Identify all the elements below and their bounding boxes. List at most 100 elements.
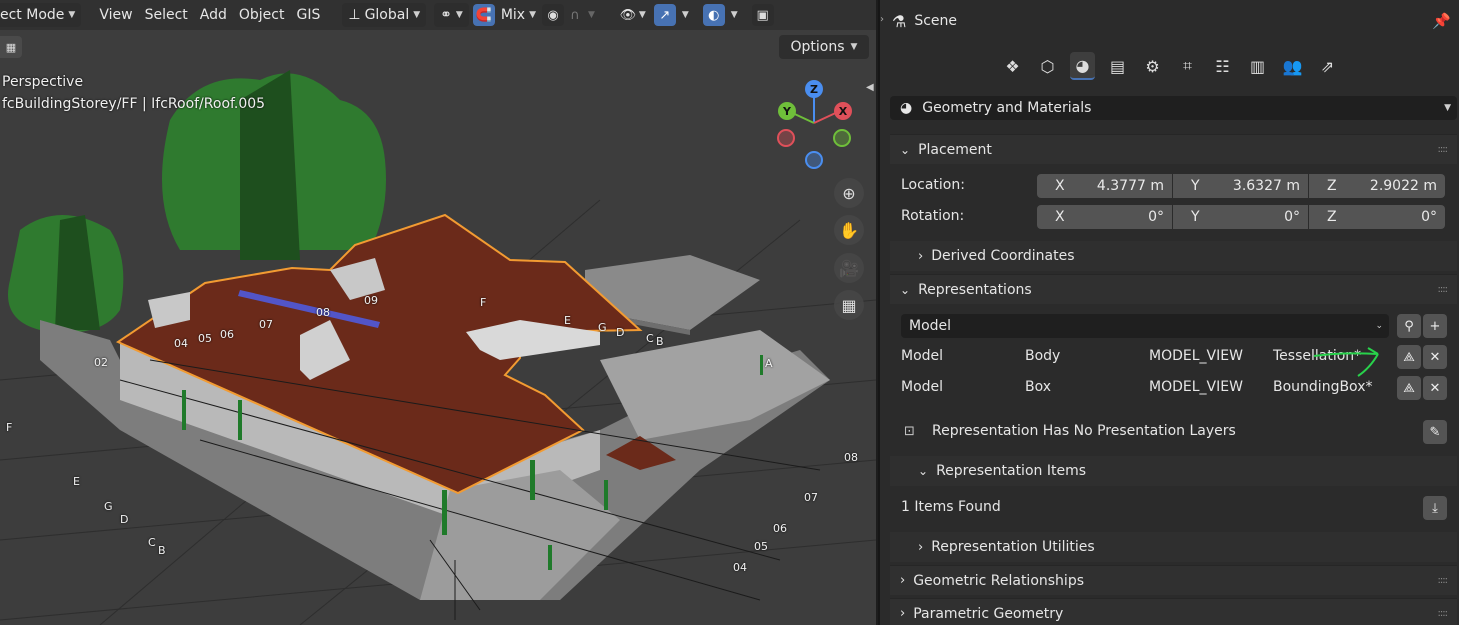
rotation-z-field[interactable]: Z 0°: [1309, 205, 1445, 229]
presentation-layers-text: Representation Has No Presentation Layer…: [932, 423, 1236, 439]
category-dropdown[interactable]: ◕ Geometry and Materials ▼: [890, 96, 1457, 120]
grid-label: C: [646, 332, 654, 345]
location-y-field[interactable]: Y 3.6327 m: [1173, 174, 1309, 198]
active-object-path: fcBuildingStorey/FF | IfcRoof/Roof.005: [2, 96, 266, 112]
camera-view-icon[interactable]: 🎥: [834, 253, 864, 283]
location-z-field[interactable]: Z 2.9022 m: [1309, 174, 1445, 198]
representations-panel-header[interactable]: ⌄ Representations ::::: [890, 274, 1457, 304]
zoom-icon[interactable]: ⊕: [834, 178, 864, 208]
visibility-eye-icon[interactable]: 👁: [617, 4, 639, 26]
menu-add[interactable]: Add: [194, 3, 233, 27]
tab-structural-icon[interactable]: ⌗: [1175, 52, 1200, 80]
snap-dropdown[interactable]: Mix ▼: [495, 3, 542, 27]
3d-viewport[interactable]: 04 05 06 07 08 09 F E G D C B A 02 F E G…: [0, 0, 876, 625]
orientation-dropdown[interactable]: ⊥ Global ▼: [342, 3, 427, 27]
gizmo-neg-x-axis[interactable]: [777, 129, 795, 147]
grid-label: B: [158, 544, 166, 557]
toolbar-toggle-icon[interactable]: ▦: [0, 36, 22, 58]
drag-grip-icon[interactable]: ::::: [1438, 144, 1449, 155]
gizmo-z-axis[interactable]: Z: [805, 80, 823, 98]
tab-object-icon[interactable]: ⬡: [1035, 52, 1060, 80]
drag-grip-icon[interactable]: ::::: [1438, 608, 1449, 619]
viewport-header: ect Mode ▼ View Select Add Object GIS ⊥ …: [0, 0, 876, 30]
grid-label: E: [73, 475, 80, 488]
derived-coordinates-header[interactable]: › Derived Coordinates: [890, 241, 1457, 271]
parametric-geometry-header[interactable]: › Parametric Geometry ::::: [890, 598, 1457, 625]
chevron-right-icon: ›: [900, 573, 906, 588]
snap-toggle-icon[interactable]: 🧲: [472, 4, 495, 26]
drag-grip-icon[interactable]: ::::: [1438, 284, 1449, 295]
grid-label: 09: [364, 294, 378, 307]
select-geometry-icon[interactable]: ⟁: [1397, 345, 1421, 369]
tab-stakeholders-icon[interactable]: 👥: [1280, 52, 1305, 80]
tab-geometry-icon[interactable]: ◕: [1070, 52, 1095, 80]
tab-quality-icon[interactable]: ⇗: [1315, 52, 1340, 80]
chevron-down-icon[interactable]: ▼: [682, 10, 689, 20]
grid-label: F: [480, 296, 487, 309]
parametric-geometry-title: Parametric Geometry: [913, 605, 1064, 622]
tab-project-icon[interactable]: ❖: [1000, 52, 1025, 80]
pan-hand-icon[interactable]: ✋: [834, 215, 864, 245]
falloff-curve-icon[interactable]: ∩: [564, 4, 586, 26]
proportional-edit-icon[interactable]: ◉: [542, 4, 564, 26]
rotation-y-field[interactable]: Y 0°: [1173, 205, 1309, 229]
overlay-toggle-icon[interactable]: ◐: [702, 4, 725, 26]
chevron-down-icon[interactable]: ▼: [731, 10, 738, 20]
grid-label: C: [148, 536, 156, 549]
menu-select[interactable]: Select: [139, 3, 194, 27]
search-icon[interactable]: ⚲: [1397, 314, 1421, 338]
annotation-arrow: [1313, 347, 1379, 377]
ortho-grid-icon[interactable]: ▦: [834, 290, 864, 320]
rep-row-subcontext: Box: [1025, 379, 1052, 395]
grid-label: 06: [773, 522, 787, 535]
xray-toggle-icon[interactable]: ▣: [751, 4, 774, 26]
rep-row-type: BoundingBox*: [1273, 379, 1373, 395]
grid-label: 08: [316, 306, 330, 319]
download-icon[interactable]: ⤓: [1423, 496, 1447, 520]
remove-icon[interactable]: ✕: [1423, 376, 1447, 400]
gizmo-neg-y-axis[interactable]: [833, 129, 851, 147]
tab-scheduling-icon[interactable]: ☷: [1210, 52, 1235, 80]
select-geometry-icon[interactable]: ⟁: [1397, 376, 1421, 400]
chevron-down-icon[interactable]: ▼: [639, 10, 646, 20]
gizmo-x-axis[interactable]: X: [834, 102, 852, 120]
context-select[interactable]: Model ⌄: [901, 314, 1389, 338]
grid-label: 07: [259, 318, 273, 331]
collapse-arrow-icon[interactable]: ›: [880, 14, 884, 25]
remove-icon[interactable]: ✕: [1423, 345, 1447, 369]
menu-object[interactable]: Object: [233, 3, 291, 27]
rotation-x-field[interactable]: X 0°: [1037, 205, 1173, 229]
geometric-relationships-header[interactable]: › Geometric Relationships ::::: [890, 565, 1457, 595]
pivot-dropdown[interactable]: ⚭ ▼: [434, 3, 469, 27]
representation-utilities-header[interactable]: › Representation Utilities: [890, 532, 1457, 562]
properties-header: › ⚗ Scene 📌: [880, 0, 1459, 42]
edit-pencil-icon[interactable]: ✎: [1423, 420, 1447, 444]
pin-icon[interactable]: 📌: [1432, 12, 1451, 30]
tab-services-icon[interactable]: ⚙: [1140, 52, 1165, 80]
drag-grip-icon[interactable]: ::::: [1438, 575, 1449, 586]
location-label: Location:: [901, 177, 965, 193]
menu-gis[interactable]: GIS: [290, 3, 326, 27]
gizmo-toggle-icon[interactable]: ↗: [653, 4, 676, 26]
rotation-label: Rotation:: [901, 208, 965, 224]
placement-panel-header[interactable]: ⌄ Placement ::::: [890, 134, 1457, 164]
navigation-gizmo[interactable]: Z Y X: [772, 78, 862, 173]
chevron-down-icon[interactable]: ▼: [588, 10, 595, 20]
chevron-down-icon: ▼: [529, 10, 536, 20]
tab-facility-icon[interactable]: ▥: [1245, 52, 1270, 80]
scene-canvas[interactable]: [0, 0, 876, 625]
options-dropdown[interactable]: Options ▼: [779, 35, 869, 59]
location-vector: X 4.3777 m Y 3.6327 m Z 2.9022 m: [1037, 174, 1445, 198]
add-icon[interactable]: +: [1423, 314, 1447, 338]
mode-label: ect Mode: [0, 7, 65, 23]
mode-dropdown[interactable]: ect Mode ▼: [0, 3, 82, 27]
sidebar-toggle-icon[interactable]: ◀: [866, 82, 874, 93]
menu-view[interactable]: View: [93, 3, 138, 27]
geometry-materials-icon: ◕: [900, 100, 913, 116]
representation-items-header[interactable]: ⌄ Representation Items: [890, 456, 1457, 486]
gizmo-y-axis[interactable]: Y: [778, 102, 796, 120]
gizmo-neg-z-axis[interactable]: [805, 151, 823, 169]
tab-drawings-icon[interactable]: ▤: [1105, 52, 1130, 80]
location-x-field[interactable]: X 4.3777 m: [1037, 174, 1173, 198]
chevron-down-icon: ⌄: [1375, 321, 1383, 331]
